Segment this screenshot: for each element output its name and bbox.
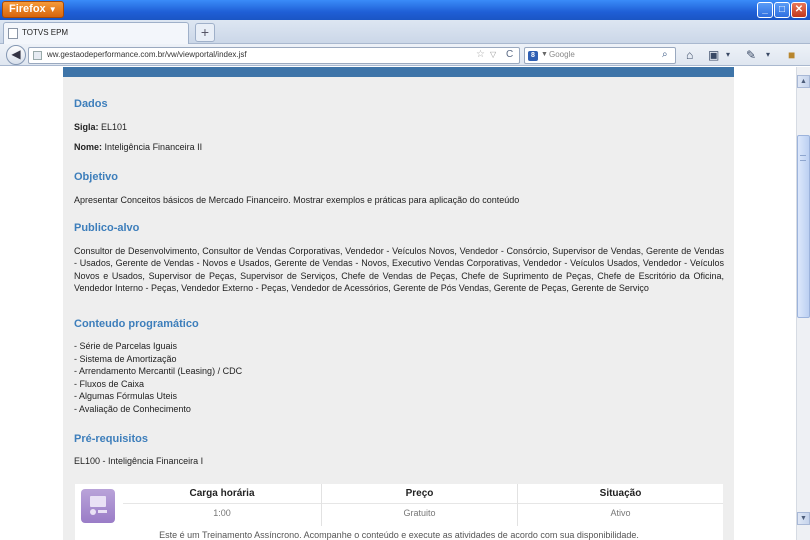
- firefox-menu-label: Firefox: [9, 3, 46, 15]
- objetivo-text: Apresentar Conceitos básicos de Mercado …: [74, 195, 520, 205]
- bookmarks-icon[interactable]: ▣: [708, 47, 719, 63]
- search-bar[interactable]: 8 ▼ Google ⌕: [524, 47, 676, 64]
- list-item: - Sistema de Amortização: [74, 353, 177, 364]
- sigla-line: Sigla: EL101: [74, 122, 127, 132]
- section-title-conteudo: Conteudo programático: [74, 318, 199, 330]
- addon-bar-icon[interactable]: ■: [788, 47, 795, 63]
- window-titlebar: Firefox ▼ _ □ ✕: [0, 0, 810, 20]
- sigla-value: EL101: [101, 122, 128, 132]
- list-item: - Série de Parcelas Iguais: [74, 341, 178, 351]
- navigation-bar: ◀ ww.gestaodeperformance.com.br/vw/viewp…: [0, 44, 810, 66]
- scrollbar-thumb[interactable]: [797, 135, 810, 318]
- new-tab-button[interactable]: +: [195, 23, 215, 42]
- url-bar[interactable]: ww.gestaodeperformance.com.br/vw/viewpor…: [28, 47, 520, 64]
- list-item: - Fluxos de Caixa: [74, 378, 145, 389]
- chevron-down-icon[interactable]: ▾: [766, 47, 770, 63]
- course-info-box: Carga horária 1:00 Preço Gratuito Situaç…: [75, 484, 723, 540]
- chevron-down-icon: ▼: [48, 5, 57, 14]
- home-icon[interactable]: ⌂: [686, 47, 693, 63]
- preco-label: Preço: [405, 488, 434, 499]
- addon-icon[interactable]: ✎: [746, 47, 756, 63]
- page-viewport: Dados Sigla: EL101 Nome: Inteligência Fi…: [0, 67, 796, 540]
- chevron-down-icon[interactable]: ▼: [541, 51, 548, 58]
- vertical-scrollbar[interactable]: ▲ ▼: [796, 67, 810, 540]
- carga-horaria-label: Carga horária: [189, 488, 255, 499]
- plus-icon: +: [200, 24, 210, 40]
- conteudo-list: - Série de Parcelas Iguais - Sistema de …: [74, 340, 242, 415]
- minimize-button[interactable]: _: [757, 2, 773, 18]
- situacao-column: Situação Ativo: [517, 484, 723, 526]
- close-button[interactable]: ✕: [791, 2, 807, 18]
- preco-value: Gratuito: [403, 508, 436, 518]
- list-item: - Algumas Fórmulas Uteis: [74, 391, 178, 401]
- situacao-label: Situação: [599, 488, 642, 499]
- page-icon: [8, 28, 18, 39]
- course-panel: Dados Sigla: EL101 Nome: Inteligência Fi…: [63, 67, 734, 540]
- nome-value: Inteligência Financeira II: [104, 142, 203, 152]
- nome-label: Nome:: [74, 142, 103, 152]
- arrow-left-icon: ◀: [11, 47, 21, 61]
- back-button[interactable]: ◀: [6, 45, 26, 65]
- section-title-pre-requisitos: Pré-requisitos: [74, 433, 148, 445]
- list-item: - Avaliação de Conhecimento: [74, 403, 191, 414]
- pre-requisitos-text: EL100 - Inteligência Financeira I: [74, 456, 204, 466]
- reload-icon[interactable]: C: [506, 49, 513, 60]
- panel-top-bar: [63, 67, 734, 77]
- tab-bar: TOTVS EPM +: [0, 20, 810, 44]
- nome-line: Nome: Inteligência Financeira II: [74, 142, 202, 152]
- publico-alvo-text: Consultor de Desenvolvimento, Consultor …: [74, 246, 724, 294]
- scroll-down-button[interactable]: ▼: [797, 512, 810, 525]
- carga-horaria-value: 1:00: [213, 508, 231, 518]
- chevron-down-icon[interactable]: ▾: [726, 47, 730, 63]
- tab-title: TOTVS EPM: [22, 28, 69, 37]
- preco-column: Preço Gratuito: [321, 484, 517, 526]
- search-engine-icon[interactable]: 8: [528, 51, 538, 61]
- list-item: - Arrendamento Mercantil (Leasing) / CDC: [74, 366, 243, 376]
- course-icon: [81, 489, 115, 523]
- tab-totvs-epm[interactable]: TOTVS EPM: [3, 22, 189, 44]
- firefox-menu-button[interactable]: Firefox ▼: [2, 1, 64, 18]
- section-title-publico-alvo: Publico-alvo: [74, 222, 140, 234]
- history-dropdown-icon[interactable]: ▽: [490, 50, 496, 59]
- training-note: Este é um Treinamento Assíncrono. Acompa…: [159, 530, 639, 540]
- search-input[interactable]: Google: [549, 50, 575, 59]
- url-text[interactable]: ww.gestaodeperformance.com.br/vw/viewpor…: [47, 50, 247, 59]
- site-identity-icon[interactable]: [33, 51, 42, 60]
- bookmark-star-icon[interactable]: ☆: [476, 49, 485, 60]
- maximize-button[interactable]: □: [774, 2, 790, 18]
- carga-horaria-column: Carga horária 1:00: [123, 484, 321, 526]
- section-title-dados: Dados: [74, 98, 108, 110]
- section-title-objetivo: Objetivo: [74, 171, 119, 183]
- scroll-up-button[interactable]: ▲: [797, 75, 810, 88]
- scrollbar-grip-icon: [800, 155, 806, 161]
- search-icon[interactable]: ⌕: [662, 49, 668, 60]
- sigla-label: Sigla:: [74, 122, 99, 132]
- situacao-value: Ativo: [610, 508, 631, 518]
